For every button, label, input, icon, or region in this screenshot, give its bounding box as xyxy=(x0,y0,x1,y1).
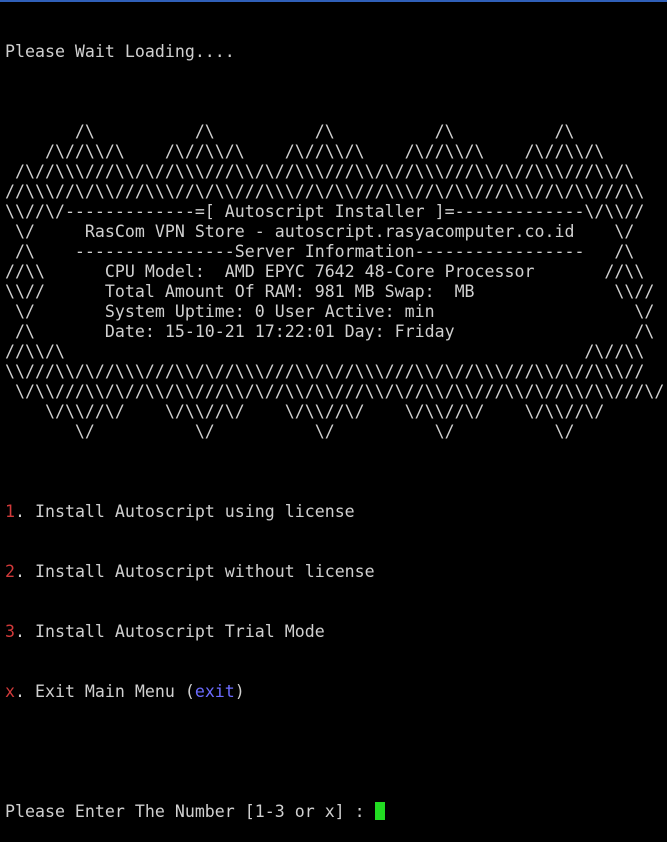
banner-line: /\//\\/\ /\//\\/\ /\//\\/\ /\//\\/\ /\//… xyxy=(5,142,605,161)
input-prompt: Please Enter The Number [1-3 or x] : xyxy=(5,802,375,821)
banner-line: \/\\//\/ \/\\//\/ \/\\//\/ \/\\//\/ \/\\… xyxy=(5,402,605,421)
banner-line: //\\/\ /\//\\ xyxy=(5,342,645,361)
banner-line xyxy=(5,442,665,462)
menu-item-3: 3. Install Autoscript Trial Mode xyxy=(5,622,665,642)
menu-item-label: . Exit Main Menu ( xyxy=(15,682,195,701)
banner-line: //\\ CPU Model: AMD EPYC 7642 48-Core Pr… xyxy=(5,262,645,281)
menu-item-1: 1. Install Autoscript using license xyxy=(5,502,665,522)
terminal-output[interactable]: Please Wait Loading.... /\ /\ /\ /\ /\ /… xyxy=(5,2,665,842)
banner-line: /\//\\\///\\/\//\\\///\\/\//\\\///\\/\//… xyxy=(5,162,635,181)
banner-line xyxy=(5,102,665,122)
banner-line: //\\\//\/\\///\\\//\/\\///\\\//\/\\///\\… xyxy=(5,182,645,201)
exit-keyword: exit xyxy=(194,682,235,701)
menu-item-exit: x. Exit Main Menu (exit) xyxy=(5,682,665,702)
banner-line: /\ Date: 15-10-21 17:22:01 Day: Friday /… xyxy=(5,322,655,341)
terminal-cursor[interactable] xyxy=(374,802,385,820)
menu-item-number: 1 xyxy=(5,502,15,521)
menu-item-number: 3 xyxy=(5,622,15,641)
menu-item-label: . Install Autoscript using license xyxy=(15,502,355,521)
menu-item-number: 2 xyxy=(5,562,15,581)
menu-item-suffix: ) xyxy=(234,682,245,701)
menu-item-label: . Install Autoscript without license xyxy=(15,562,375,581)
banner-line: \\///\\/\//\\\///\\/\//\\\///\\/\//\\\//… xyxy=(5,362,645,381)
ascii-banner: /\ /\ /\ /\ /\ /\//\\/\ /\//\\/\ /\//\\/… xyxy=(5,102,665,462)
banner-line: \\// Total Amount Of RAM: 981 MB Swap: M… xyxy=(5,282,655,301)
banner-line: \/\\///\\/\//\\/\\///\\/\//\\/\\///\\/\/… xyxy=(5,382,665,401)
banner-line: \/ System Uptime: 0 User Active: min \/ xyxy=(5,302,655,321)
banner-line: /\ ----------------Server Information---… xyxy=(5,242,635,261)
banner-line: \/ \/ \/ \/ \/ xyxy=(5,422,575,441)
menu-item-label: . Install Autoscript Trial Mode xyxy=(15,622,325,641)
menu-item-number: x xyxy=(5,682,15,701)
loading-message: Please Wait Loading.... xyxy=(5,42,235,61)
input-prompt-line[interactable]: Please Enter The Number [1-3 or x] : xyxy=(5,802,665,822)
banner-line: \/ RasCom VPN Store - autoscript.rasyaco… xyxy=(5,222,635,241)
banner-line: /\ /\ /\ /\ /\ xyxy=(5,122,575,141)
menu-item-2: 2. Install Autoscript without license xyxy=(5,562,665,582)
banner-line: \\//\/-------------=[ Autoscript Install… xyxy=(5,202,645,221)
